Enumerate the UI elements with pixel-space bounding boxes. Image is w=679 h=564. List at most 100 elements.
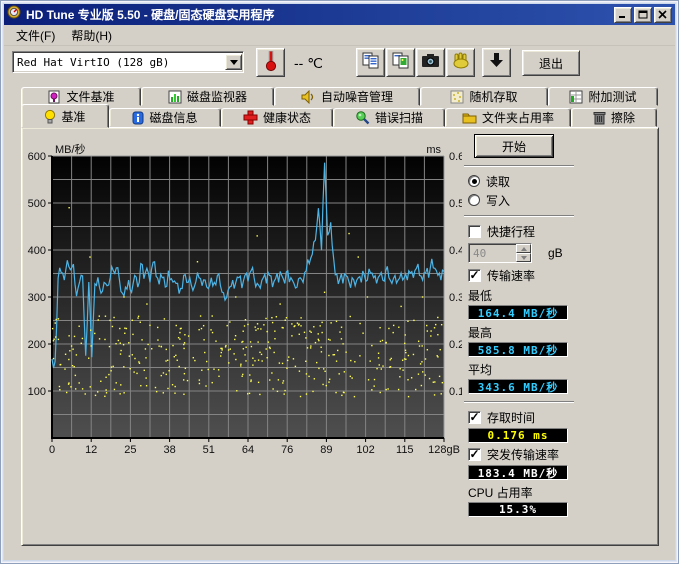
menu-bar: 文件(F) 帮助(H) (4, 25, 675, 46)
svg-text:MB/秒: MB/秒 (55, 142, 86, 156)
shortstroke-size-input[interactable]: 40 (468, 243, 532, 263)
max-label: 最高 (468, 324, 654, 341)
transfer-rate-row[interactable]: ✓ 传输速率 (468, 267, 654, 283)
svg-text:25: 25 (124, 444, 136, 456)
svg-text:600: 600 (28, 151, 46, 163)
benchmark-controls: 开始 读取 写入 快捷行程 40 (458, 134, 654, 517)
access-time-label: 存取时间 (487, 409, 535, 426)
save-icon (489, 51, 505, 74)
spin-down-button[interactable] (516, 253, 531, 262)
tab-erase[interactable]: 擦除 (571, 108, 657, 127)
aam-icon (301, 90, 316, 104)
tab-label: 错误扫描 (375, 109, 423, 126)
donate-icon (452, 52, 470, 74)
title-bar: HD Tune 专业版 5.50 - 硬盘/固态硬盘实用程序 (4, 4, 675, 25)
burst-rate-checkbox[interactable]: ✓ (468, 448, 481, 461)
tab-label: 擦除 (611, 109, 635, 126)
chevron-up-icon (521, 247, 527, 251)
tab-row-secondary: 文件基准 磁盘监视器 自动噪音管理 随机存取 附加测试 (21, 85, 658, 106)
tab-aam[interactable]: 自动噪音管理 (274, 87, 420, 106)
benchmark-icon (44, 109, 56, 124)
chart-canvas: 012253851647689102115128gB10020030040050… (26, 140, 462, 474)
drive-select-value: Red Hat VirtIO (128 gB) (13, 56, 225, 69)
shortstroke-size-value: 40 (469, 244, 516, 262)
copy-image-button[interactable] (386, 48, 415, 77)
svg-text:76: 76 (281, 444, 293, 456)
transfer-rate-checkbox[interactable]: ✓ (468, 269, 481, 282)
save-button[interactable] (482, 48, 511, 77)
svg-text:38: 38 (163, 444, 175, 456)
tab-label: 自动噪音管理 (321, 88, 393, 105)
cpu-usage-value: 15.3% (468, 502, 568, 517)
read-radio-row[interactable]: 读取 (468, 173, 654, 189)
svg-text:300: 300 (28, 292, 46, 304)
separator (464, 165, 574, 167)
donate-button[interactable] (446, 48, 475, 77)
disk-monitor-icon (168, 90, 182, 104)
tab-disk-monitor[interactable]: 磁盘监视器 (141, 87, 274, 106)
tab-label: 文件基准 (66, 88, 114, 105)
tab-label: 基准 (61, 108, 85, 125)
drive-select-dropdown-button[interactable] (225, 54, 242, 70)
copy-report-button[interactable] (356, 48, 385, 77)
tab-random-access[interactable]: 随机存取 (420, 87, 548, 106)
read-radio[interactable] (468, 175, 480, 187)
thermometer-icon (265, 48, 277, 77)
close-icon (658, 10, 668, 19)
write-radio[interactable] (468, 194, 480, 206)
shortstroke-label: 快捷行程 (487, 223, 535, 240)
window-title: HD Tune 专业版 5.50 - 硬盘/固态硬盘实用程序 (26, 6, 612, 23)
close-button[interactable] (654, 7, 672, 23)
write-radio-row[interactable]: 写入 (468, 192, 654, 208)
tab-disk-info[interactable]: 磁盘信息 (109, 108, 221, 127)
tab-folder-usage[interactable]: 文件夹占用率 (445, 108, 571, 127)
access-time-checkbox[interactable]: ✓ (468, 411, 481, 424)
minimize-button[interactable] (614, 7, 632, 23)
spin-up-button[interactable] (516, 244, 531, 253)
tab-health[interactable]: 健康状态 (221, 108, 333, 127)
tab-label: 附加测试 (588, 88, 636, 105)
copy-report-icon (362, 52, 380, 74)
copy-image-icon (392, 52, 410, 74)
tab-label: 磁盘监视器 (187, 88, 247, 105)
shortstroke-size-row: 40 gB (468, 243, 654, 263)
random-access-icon (450, 90, 464, 104)
benchmark-chart: 012253851647689102115128gB10020030040050… (26, 140, 462, 479)
svg-text:200: 200 (28, 339, 46, 351)
svg-text:400: 400 (28, 245, 46, 257)
svg-text:100: 100 (28, 386, 46, 398)
tab-benchmark[interactable]: 基准 (21, 104, 109, 128)
min-label: 最低 (468, 287, 654, 304)
minimize-icon (618, 10, 628, 19)
shortstroke-checkbox[interactable] (468, 225, 481, 238)
tab-extra-tests[interactable]: 附加测试 (548, 87, 658, 106)
access-time-row[interactable]: ✓ 存取时间 (468, 409, 654, 425)
tab-label: 健康状态 (263, 109, 311, 126)
maximize-button[interactable] (634, 7, 652, 23)
exit-button[interactable]: 退出 (522, 50, 580, 76)
temperature-display: -- ℃ (294, 55, 323, 72)
svg-text:ms: ms (426, 144, 441, 156)
screenshot-button[interactable] (416, 48, 445, 77)
svg-text:51: 51 (203, 444, 215, 456)
menu-help[interactable]: 帮助(H) (63, 25, 120, 46)
burst-rate-label: 突发传输速率 (487, 446, 559, 463)
max-value: 585.8 MB/秒 (468, 342, 568, 357)
tab-label: 文件夹占用率 (482, 109, 554, 126)
write-radio-label: 写入 (486, 192, 510, 209)
shortstroke-row[interactable]: 快捷行程 (468, 223, 654, 239)
drive-select[interactable]: Red Hat VirtIO (128 gB) (12, 51, 244, 73)
burst-rate-row[interactable]: ✓ 突发传输速率 (468, 446, 654, 462)
tab-error-scan[interactable]: 错误扫描 (333, 108, 445, 127)
transfer-rate-label: 传输速率 (487, 267, 535, 284)
separator (464, 215, 574, 217)
read-radio-label: 读取 (486, 173, 510, 190)
svg-text:115: 115 (396, 444, 414, 456)
svg-text:102: 102 (356, 444, 374, 456)
temperature-button[interactable] (256, 48, 285, 77)
svg-text:12: 12 (85, 444, 97, 456)
menu-file[interactable]: 文件(F) (8, 25, 63, 46)
app-window: HD Tune 专业版 5.50 - 硬盘/固态硬盘实用程序 文件(F) 帮助(… (0, 0, 679, 564)
start-button[interactable]: 开始 (474, 134, 554, 158)
toolbar: Red Hat VirtIO (128 gB) -- ℃ 退出 (4, 46, 675, 82)
